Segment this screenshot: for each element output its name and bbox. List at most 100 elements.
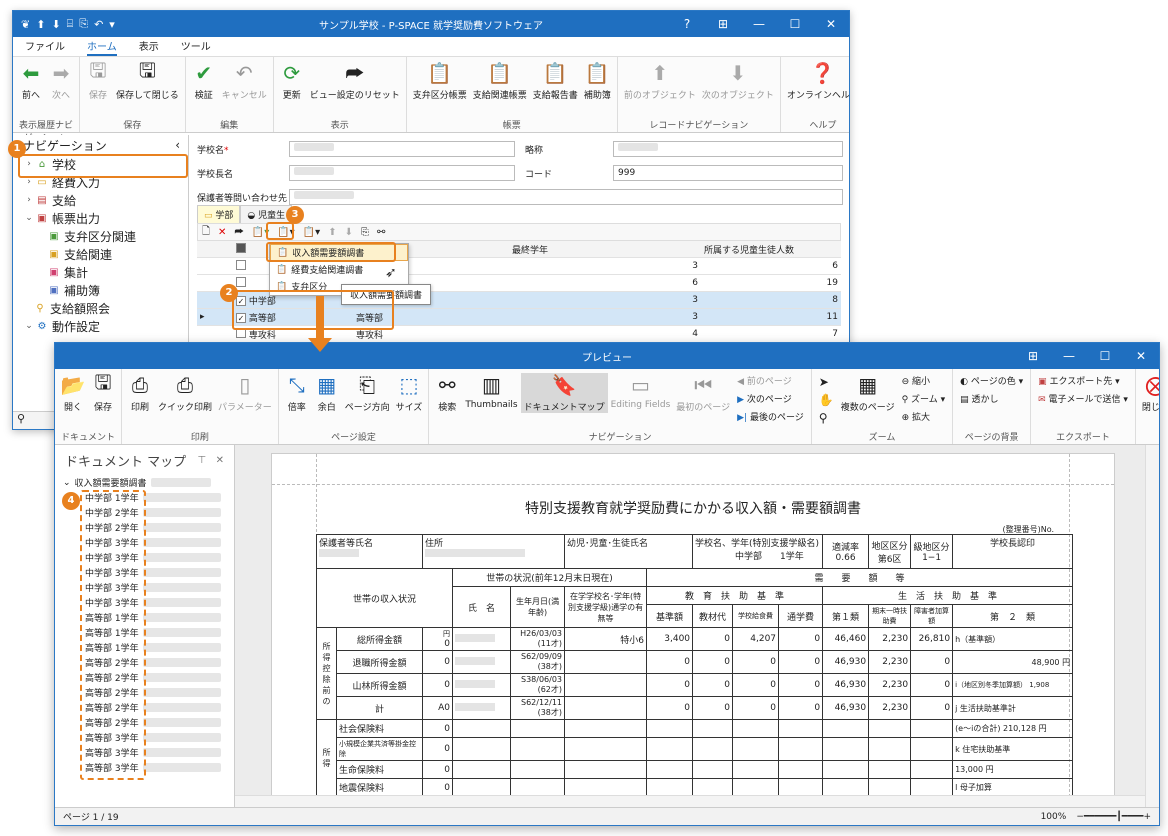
horizontal-scrollbar[interactable] (235, 795, 1145, 807)
down-icon[interactable]: ⬇ (345, 227, 353, 238)
online-help-button[interactable]: ❓オンラインヘルプ (784, 61, 849, 101)
link-icon[interactable]: ⮫ (234, 227, 243, 238)
maximize-icon[interactable]: ☐ (777, 17, 813, 31)
menu-tools[interactable]: ツール (181, 38, 211, 56)
margins-button[interactable]: ▦ 余白 (312, 373, 342, 413)
pv-close-button[interactable]: ⨂閉じる (1139, 373, 1159, 413)
grid-header-last-grade[interactable]: 最終学年 (509, 243, 701, 256)
undo-qa-icon[interactable]: ↶ (94, 18, 103, 31)
nav-item-shiben[interactable]: ▣ 支弁区分関連 (13, 227, 188, 245)
prev-object-button[interactable]: ⬆ 前のオブジェクト (621, 61, 699, 101)
collapse-tree-icon[interactable]: ⌄ (23, 213, 35, 223)
up-icon[interactable]: ⬆ (328, 227, 336, 238)
school-head-input[interactable] (289, 165, 515, 181)
back-nav-icon[interactable]: ⬆ (36, 18, 45, 31)
nav-item-report-output[interactable]: ⌄ ▣ 帳票出力 (13, 209, 188, 227)
delete-icon[interactable]: ✕ (218, 227, 226, 238)
row-checkbox[interactable] (236, 259, 246, 270)
export-icon[interactable]: ⎘ (361, 227, 369, 238)
forward-nav-icon[interactable]: ⬇ (51, 18, 60, 31)
save-close-qa-icon[interactable]: ⎘ (79, 17, 88, 31)
parameters-button[interactable]: ▯ パラメーター (215, 373, 275, 413)
help-icon[interactable]: ? (669, 17, 705, 31)
print-button[interactable]: ⎙ 印刷 (125, 373, 155, 413)
menu-view[interactable]: 表示 (139, 38, 159, 56)
shiben-report-button[interactable]: 📋 支弁区分帳票 (410, 61, 470, 101)
close-icon[interactable]: ✕ (813, 17, 849, 31)
menu-file[interactable]: ファイル (25, 38, 65, 56)
save-button[interactable]: 🖫 保存 (83, 58, 113, 101)
close-icon[interactable]: ✕ (1123, 349, 1159, 363)
forward-button[interactable]: ➡ 次へ (46, 61, 76, 101)
watermark-button[interactable]: ▤ 透かし (960, 393, 1023, 408)
collapse-icon[interactable]: ‹ (175, 138, 180, 152)
size-button[interactable]: ⬚ サイズ (393, 373, 426, 413)
hojobo-button[interactable]: 📋 補助簿 (581, 61, 614, 101)
minimize-icon[interactable]: — (1051, 349, 1087, 363)
reset-view-button[interactable]: ⮫ ビュー設定のリセット (307, 61, 403, 101)
tab-students[interactable]: ◒ 児童生 (240, 205, 293, 223)
quick-print-button[interactable]: ⎙ クイック印刷 (155, 373, 215, 413)
prev-page-button[interactable]: ◀ 前のページ (737, 375, 804, 390)
close-icon[interactable]: ✕ (216, 455, 224, 466)
pin-icon[interactable]: ⊤ (197, 455, 206, 466)
row-checkbox[interactable] (236, 276, 246, 287)
nav-item-payment[interactable]: › ▤ 支給 (13, 191, 188, 209)
export-to-button[interactable]: ▣ エクスポート先 ▾ (1038, 375, 1128, 390)
shikyu-houkoku-button[interactable]: 📋 支給報告書 (530, 61, 581, 101)
nav-item-shukei[interactable]: ▣ 集計 (13, 263, 188, 281)
orientation-button[interactable]: ⎗ ページ方向 (342, 373, 393, 413)
maximize-icon[interactable]: ☐ (1087, 349, 1123, 363)
open-button[interactable]: 📂 開く (58, 373, 88, 413)
qa-dropdown-icon[interactable]: ▾ (109, 18, 115, 31)
menu-home[interactable]: ホーム (87, 38, 117, 56)
preview-canvas[interactable]: 特別支援教育就学奨励費にかかる収入額・需要額調書 (整理番号)No. 保護者等氏… (235, 445, 1159, 807)
docmap-root[interactable]: ⌄ 収入額需要額調書 (55, 475, 234, 490)
layout-icon[interactable]: ⊞ (1015, 349, 1051, 363)
contact-input[interactable] (289, 189, 843, 205)
expand-icon[interactable]: › (23, 177, 35, 187)
next-object-button[interactable]: ⬇ 次のオブジェクト (699, 61, 777, 101)
zoom-slider[interactable]: −━━━━━━┃━━━━+ (1076, 812, 1151, 822)
nav-item-settings[interactable]: ⌄ ⚙ 動作設定 (13, 317, 188, 335)
save-close-button[interactable]: 🖫 保存して閉じる (113, 58, 182, 101)
new-icon[interactable]: 🗋 (202, 224, 210, 241)
minimize-icon[interactable]: — (741, 17, 777, 31)
magnifier-icon[interactable]: ⚲ (819, 411, 834, 426)
collapse-tree-icon[interactable]: ⌄ (23, 321, 35, 331)
refresh-button[interactable]: ⟳ 更新 (277, 61, 307, 101)
tab-department[interactable]: ▭ 学部 (197, 205, 241, 223)
first-page-button[interactable]: ⏮ 最初のページ (673, 373, 733, 413)
next-page-button[interactable]: ▶ 次のページ (737, 393, 804, 408)
validate-button[interactable]: ✔ 検証 (189, 61, 219, 101)
grid-header-count[interactable]: 所属する児童生徒人数 (701, 243, 841, 256)
pv-save-button[interactable]: 🖫 保存 (88, 370, 118, 413)
scale-button[interactable]: ⤡ 倍率 (282, 373, 312, 413)
email-button[interactable]: ✉ 電子メールで送信 ▾ (1038, 393, 1128, 408)
filter-icon[interactable]: ⚯ (377, 227, 385, 238)
search-button[interactable]: ⚯ 検索 (432, 373, 462, 413)
pointer-icon[interactable]: ➤ (819, 375, 834, 390)
vertical-scrollbar[interactable] (1145, 445, 1159, 807)
zoom-out-button[interactable]: ⊖ 縮小 (902, 375, 946, 390)
layout-icon[interactable]: ⊞ (705, 17, 741, 31)
expand-icon[interactable]: › (23, 195, 35, 205)
hand-icon[interactable]: ✋ (819, 393, 834, 408)
cancel-button[interactable]: ↶ キャンセル (219, 61, 270, 101)
page-color-button[interactable]: ◐ ページの色 ▾ (960, 375, 1023, 390)
multi-page-button[interactable]: ▦ 複数のページ (838, 373, 898, 413)
thumbnails-button[interactable]: ▥ Thumbnails (462, 373, 520, 410)
zoom-in-button[interactable]: ⊕ 拡大 (902, 411, 946, 426)
back-button[interactable]: ⬅ 前へ (16, 61, 46, 101)
shikyu-report-button[interactable]: 📋 支給関連帳票 (470, 61, 530, 101)
report3-dropdown-icon[interactable]: 📋▾ (303, 227, 320, 238)
last-page-button[interactable]: ▶| 最後のページ (737, 411, 804, 426)
editing-fields-button[interactable]: ▭ Editing Fields (608, 373, 674, 410)
nav-item-inquiry[interactable]: ⚲ 支給額照会 (13, 299, 188, 317)
school-name-input[interactable] (289, 141, 515, 157)
collapse-tree-icon[interactable]: ⌄ (63, 478, 71, 488)
code-input[interactable]: 999 (613, 165, 843, 181)
zoom-button[interactable]: ⚲ ズーム ▾ (902, 393, 946, 408)
save-qa-icon[interactable]: ⌸ (67, 17, 74, 31)
nav-item-hojobo[interactable]: ▣ 補助簿 (13, 281, 188, 299)
